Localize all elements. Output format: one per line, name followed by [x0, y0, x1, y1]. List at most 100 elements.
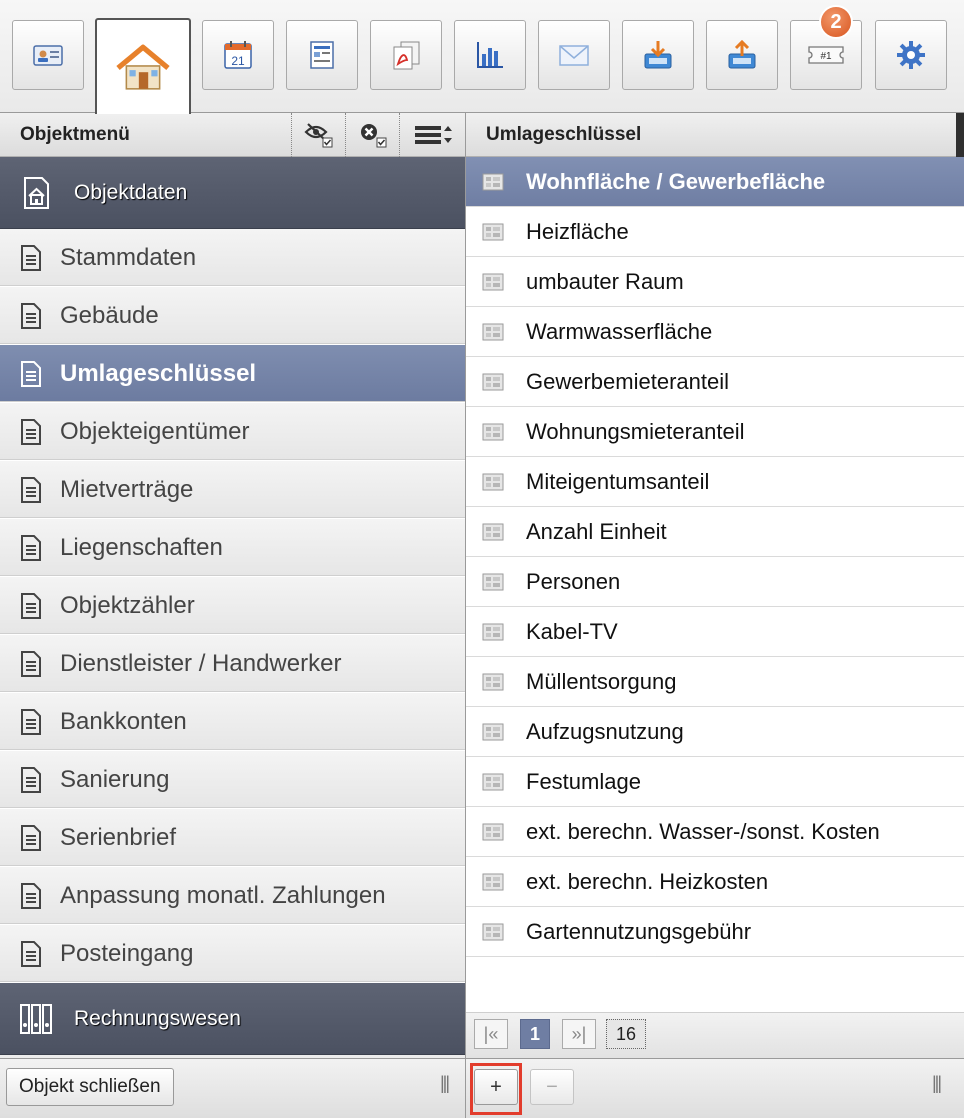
table-row[interactable]: Gewerbemieteranteil [466, 357, 964, 407]
section-objektdaten[interactable]: Objektdaten [0, 157, 465, 229]
table-row[interactable]: Miteigentumsanteil [466, 457, 964, 507]
table-row[interactable]: Müllentsorgung [466, 657, 964, 707]
contacts-button[interactable] [12, 20, 84, 90]
table-icon [482, 823, 504, 840]
object-menu-title: Objektmenü [20, 123, 130, 145]
document-icon [21, 940, 41, 967]
home-icon [116, 44, 170, 90]
menu-item[interactable]: Sanierung [0, 751, 465, 809]
document-icon [21, 418, 41, 445]
table-row[interactable]: Aufzugsnutzung [466, 707, 964, 757]
svg-text:21: 21 [231, 54, 245, 68]
table-row[interactable]: umbauter Raum [466, 257, 964, 307]
menu-item[interactable]: Serienbrief [0, 809, 465, 867]
document-icon [21, 534, 41, 561]
menu-item[interactable]: Bankkonten [0, 693, 465, 751]
menu-item-label: Objekteigentümer [60, 417, 250, 445]
form-icon [310, 41, 334, 69]
calendar-button[interactable]: 21 [202, 20, 274, 90]
resize-grip-icon[interactable]: ||| [932, 1073, 942, 1094]
object-menu-tools [291, 113, 465, 157]
row-label: ext. berechn. Heizkosten [526, 868, 769, 894]
binders-icon [20, 1003, 52, 1034]
menu-item-label: Liegenschaften [60, 533, 223, 561]
allocation-keys-panel: Umlageschlüssel Wohnfläche / Gewerbefläc… [466, 113, 964, 1058]
menu-options-button[interactable] [399, 113, 465, 157]
mail-button[interactable] [538, 20, 610, 90]
menu-item[interactable]: Stammdaten [0, 229, 465, 287]
close-circle-check-icon [360, 124, 386, 148]
contact-card-icon [33, 45, 63, 66]
menu-item-label: Mietverträge [60, 475, 194, 503]
row-label: umbauter Raum [526, 268, 684, 294]
scrollbar[interactable] [956, 113, 964, 157]
allocation-keys-header: Umlageschlüssel [466, 113, 964, 157]
total-count: 16 [606, 1019, 646, 1049]
add-button[interactable]: + [474, 1069, 518, 1105]
close-object-button[interactable]: Objekt schließen [6, 1068, 174, 1106]
remove-button[interactable]: − [530, 1069, 574, 1105]
menu-item[interactable]: Anpassung monatl. Zahlungen [0, 867, 465, 925]
mail-icon [559, 45, 589, 66]
table-row[interactable]: Anzahl Einheit [466, 507, 964, 557]
menu-item-label: Stammdaten [60, 243, 197, 271]
object-menu-panel: Objektmenü Objektdaten Stammdaten Gebäud… [0, 113, 466, 1058]
menu-item[interactable]: Liegenschaften [0, 519, 465, 577]
export-button[interactable] [706, 20, 778, 90]
table-icon [482, 923, 504, 940]
row-label: Festumlage [526, 768, 641, 794]
menu-item[interactable]: Gebäude [0, 287, 465, 345]
svg-text:#1: #1 [820, 51, 832, 62]
table-row[interactable]: Festumlage [466, 757, 964, 807]
first-page-button[interactable]: |« [474, 1019, 508, 1049]
hide-toggle-button[interactable] [291, 113, 345, 157]
table-row[interactable]: Personen [466, 557, 964, 607]
table-row[interactable]: Heizfläche [466, 207, 964, 257]
resize-grip-icon[interactable]: ||| [440, 1073, 450, 1094]
table-icon [482, 273, 504, 290]
table-row[interactable]: Warmwasserfläche [466, 307, 964, 357]
table-row[interactable]: Gartennutzungsgebühr [466, 907, 964, 957]
pdf-button[interactable] [370, 20, 442, 90]
document-icon [21, 766, 41, 793]
menu-item[interactable]: Objekteigentümer [0, 403, 465, 461]
remove-toggle-button[interactable] [345, 113, 399, 157]
section-objektdaten-label: Objektdaten [74, 180, 188, 204]
section-rechnungswesen[interactable]: Rechnungswesen [0, 983, 465, 1055]
current-page[interactable]: 1 [520, 1019, 550, 1049]
table-row[interactable]: Wohnfläche / Gewerbefläche [466, 157, 964, 207]
pagination: |« 1 »| 16 [466, 1012, 964, 1058]
eye-hidden-check-icon [303, 123, 332, 148]
menu-item-label: Gebäude [60, 301, 159, 329]
table-row[interactable]: Kabel-TV [466, 607, 964, 657]
settings-button[interactable] [875, 20, 947, 90]
objects-home-button[interactable] [95, 18, 191, 114]
document-icon [21, 708, 41, 735]
table-icon [482, 473, 504, 490]
table-row[interactable]: ext. berechn. Heizkosten [466, 857, 964, 907]
main-toolbar: 21 #1 2 [0, 0, 964, 114]
row-label: Anzahl Einheit [526, 518, 667, 544]
table-row[interactable]: ext. berechn. Wasser-/sonst. Kosten [466, 807, 964, 857]
menu-item[interactable]: Umlageschlüssel [0, 345, 465, 403]
row-label: Wohnfläche / Gewerbefläche [526, 168, 826, 194]
tickets-button[interactable]: #1 2 [790, 5, 862, 90]
allocation-keys-footer: + − ||| [466, 1058, 964, 1118]
form-button[interactable] [286, 20, 358, 90]
last-page-button[interactable]: »| [562, 1019, 596, 1049]
table-icon [482, 773, 504, 790]
document-icon [21, 824, 41, 851]
menu-item[interactable]: Objektzähler [0, 577, 465, 635]
menu-item[interactable]: Posteingang [0, 925, 465, 983]
table-icon [482, 523, 504, 540]
menu-item[interactable]: Dienstleister / Handwerker [0, 635, 465, 693]
menu-item-label: Objektzähler [60, 591, 195, 619]
table-icon [482, 323, 504, 340]
row-label: Gartennutzungsgebühr [526, 918, 752, 944]
menu-item[interactable]: Mietverträge [0, 461, 465, 519]
import-button[interactable] [622, 20, 694, 90]
statistics-button[interactable] [454, 20, 526, 90]
menu-item-label: Umlageschlüssel [60, 359, 257, 387]
table-row[interactable]: Wohnungsmieteranteil [466, 407, 964, 457]
allocation-keys-title: Umlageschlüssel [486, 123, 642, 145]
